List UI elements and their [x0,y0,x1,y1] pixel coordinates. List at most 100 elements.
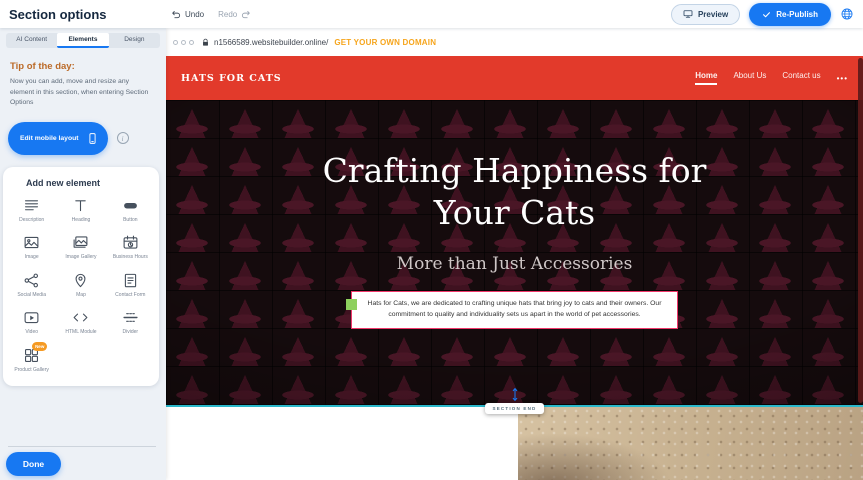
undo-label: Undo [185,10,204,19]
divider-icon [122,309,139,326]
window-control-dots [173,40,194,45]
button-icon [122,197,139,214]
element-contact-form[interactable]: Contact Form [106,272,155,299]
element-button[interactable]: Button [106,197,155,224]
tab-design[interactable]: Design [109,33,160,48]
page-scrollbar[interactable] [858,58,863,403]
heading-icon [72,197,89,214]
element-business-hours[interactable]: Business Hours [106,234,155,261]
sidebar-tabs: AI Content Elements Design [6,33,160,48]
element-label: Button [123,217,137,224]
info-glyph: i [122,134,124,143]
nav-more-icon[interactable]: ••• [837,74,848,83]
element-heading[interactable]: Heading [56,197,105,224]
element-label: Map [76,292,86,299]
video-icon [23,309,40,326]
info-icon[interactable]: i [117,132,129,144]
window-dot [189,40,194,45]
hero-section[interactable]: Crafting Happiness for Your Cats More th… [166,100,863,405]
element-drag-handle[interactable] [346,299,357,310]
browser-chrome-bar: n1566589.websitebuilder.online/ GET YOUR… [166,28,863,56]
undo-redo-group: Undo Redo [171,9,251,20]
tab-elements[interactable]: Elements [57,33,108,48]
element-video[interactable]: Video [7,309,56,336]
next-section-image[interactable] [518,407,863,480]
site-preview-area: n1566589.websitebuilder.online/ GET YOUR… [166,28,863,480]
window-dot [181,40,186,45]
republish-button[interactable]: Re-Publish [749,3,831,26]
window-dot [173,40,178,45]
element-label: HTML Module [65,329,96,336]
tip-of-the-day: Tip of the day: Now you can add, move an… [0,48,166,109]
add-element-title: Add new element [26,178,155,188]
section-resize-arrows-icon[interactable] [508,387,521,402]
nav-about-us[interactable]: About Us [733,71,766,85]
website-builder-window: Section options Undo Redo Preview Re-Pub… [0,0,863,480]
monitor-icon [683,9,693,19]
get-domain-link[interactable]: GET YOUR OWN DOMAIN [334,38,436,47]
nav-contact-us[interactable]: Contact us [782,71,820,85]
done-button[interactable]: Done [6,452,61,476]
element-label: Heading [72,217,91,224]
mobile-layout-row: Edit mobile layout i [8,122,166,155]
website-canvas: HATS FOR CATS Home About Us Contact us •… [166,56,863,480]
site-url: n1566589.websitebuilder.online/ [214,38,328,47]
sidebar: AI Content Elements Design Tip of the da… [0,28,166,480]
preview-button[interactable]: Preview [671,4,740,25]
republish-label: Re-Publish [776,10,818,19]
contact-form-icon [122,272,139,289]
phone-icon [86,132,99,145]
element-label: Divider [123,329,139,336]
tab-label: AI Content [16,36,47,43]
new-badge: New [32,342,47,351]
element-label: Description [19,217,44,224]
hero-text-box[interactable]: Hats for Cats, we are dedicated to craft… [351,291,678,329]
element-label: Image Gallery [65,254,96,261]
business-hours-icon [122,234,139,251]
redo-label: Redo [218,10,237,19]
hero-heading[interactable]: Crafting Happiness for Your Cats [315,100,715,234]
toolbar-actions: Preview Re-Publish [671,3,854,26]
site-header: HATS FOR CATS Home About Us Contact us •… [166,56,863,100]
undo-button[interactable]: Undo [171,9,204,20]
element-image-gallery[interactable]: Image Gallery [56,234,105,261]
section-end-label[interactable]: SECTION END [485,403,545,414]
ssl-lock-icon [201,38,210,47]
element-map[interactable]: Map [56,272,105,299]
nav-home[interactable]: Home [695,71,717,85]
page-title: Section options [9,7,107,22]
description-icon [23,197,40,214]
redo-icon [240,9,251,20]
element-label: Social Media [17,292,46,299]
tab-label: Design [124,36,144,43]
social-media-icon [23,272,40,289]
site-nav: Home About Us Contact us ••• [695,71,848,85]
sidebar-divider [8,446,156,447]
element-grid: Description Heading Button Image Image G… [7,197,155,374]
tip-body: Now you can add, move and resize any ele… [10,77,154,109]
image-gallery-icon [72,234,89,251]
preview-label: Preview [698,10,728,19]
check-icon [762,10,771,19]
element-image[interactable]: Image [7,234,56,261]
site-logo[interactable]: HATS FOR CATS [181,73,282,84]
next-section-blank [166,407,518,480]
add-new-element-panel: Add new element Description Heading Butt… [3,167,159,387]
language-globe-icon[interactable] [840,7,854,21]
hero-body-text: Hats for Cats, we are dedicated to craft… [368,300,662,318]
element-product-gallery[interactable]: New Product Gallery [7,347,56,374]
element-html-module[interactable]: HTML Module [56,309,105,336]
element-description[interactable]: Description [7,197,56,224]
top-toolbar: Section options Undo Redo Preview Re-Pub… [0,0,863,28]
image-icon [23,234,40,251]
element-divider[interactable]: Divider [106,309,155,336]
edit-mobile-layout-button[interactable]: Edit mobile layout [8,122,108,155]
html-module-icon [72,309,89,326]
element-label: Product Gallery [14,367,48,374]
element-label: Contact Form [115,292,145,299]
redo-button[interactable]: Redo [218,9,251,20]
hero-subheading[interactable]: More than Just Accessories [166,254,863,274]
tab-ai-content[interactable]: AI Content [6,33,57,48]
tip-title: Tip of the day: [10,61,154,72]
element-social-media[interactable]: Social Media [7,272,56,299]
